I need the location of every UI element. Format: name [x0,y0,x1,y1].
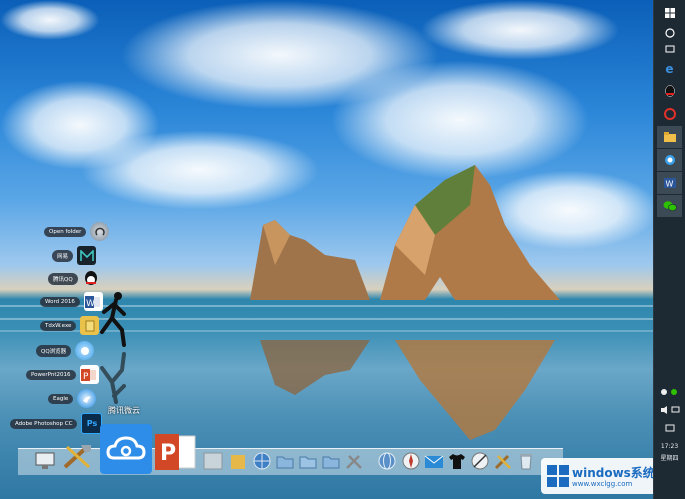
file-explorer-icon[interactable] [657,126,682,148]
svg-text:W: W [665,180,673,189]
network-globe-icon[interactable] [375,450,399,472]
utilities-icon[interactable] [343,450,365,472]
qq-icon [82,269,101,288]
word-icon: W [83,292,103,311]
blank-icon[interactable] [201,450,225,472]
folder-icon[interactable] [274,450,296,472]
launcher-label: TdxW.exe [40,320,77,331]
tools-icon[interactable] [492,450,514,472]
launcher-label: Eagle [48,393,74,404]
cloud [0,0,100,40]
runner-reflection [100,352,126,404]
launcher-label: QQ浏览器 [36,344,72,357]
compass-icon[interactable] [400,450,422,472]
folder-icon[interactable] [228,450,248,472]
folder-icon[interactable] [320,450,342,472]
launcher-item[interactable]: 腾讯QQ [48,269,101,288]
open-folder-icon [90,222,110,241]
launcher-item[interactable]: Eagle [48,389,97,408]
sea-stacks [250,165,560,300]
powerpoint-icon: P [79,365,99,384]
dock-hover-caption: 腾讯微云 [108,406,140,415]
taskbar-clock[interactable]: 17:23 [656,443,683,450]
windows-start-icon[interactable] [657,2,682,24]
tools-icon[interactable] [60,440,96,472]
launcher-label: PowerPnt2016 [26,369,76,380]
svg-text:P: P [160,441,176,466]
tray-icons[interactable] [656,388,683,398]
launcher-label: 网易 [52,249,74,262]
system-monitor-icon[interactable] [33,450,57,472]
launcher-label: Open folder [44,226,87,237]
task-view-icon[interactable] [657,38,682,60]
svg-text:P: P [83,372,89,382]
launcher-item[interactable]: Word 2016 W [40,292,103,311]
launcher-item[interactable]: 网易 [52,246,97,265]
weiyun-icon[interactable] [100,424,152,474]
taskbar-date[interactable]: 星期四 [656,453,683,462]
powerpoint-icon[interactable]: P [153,432,197,472]
cloud [420,0,620,60]
svg-text:W: W [86,299,95,309]
word-icon[interactable]: W [657,172,682,194]
notification-icon[interactable] [656,424,683,434]
mail-icon[interactable] [423,452,445,472]
tdx-icon [80,316,100,335]
wps-icon[interactable] [657,103,682,125]
qq-browser-icon[interactable] [657,149,682,171]
launcher-item[interactable]: TdxW.exe [40,316,100,335]
launcher-label: Word 2016 [40,296,80,307]
launcher-item[interactable]: QQ浏览器 [36,341,95,360]
windows-logo-icon [547,465,569,487]
globe-icon[interactable] [251,450,273,472]
volume-network-icons[interactable] [656,406,683,416]
rock-reflection [260,340,555,440]
cloud [330,60,590,180]
qq-browser-icon [75,341,95,360]
folder-icon[interactable] [297,450,319,472]
launcher-label: Adobe Photoshop CC [10,418,78,429]
eagle-icon [77,389,97,408]
watermark-url: www.wxclgg.com [572,480,633,488]
recycle-bin-icon[interactable] [515,450,537,472]
wechat-icon[interactable] [657,195,682,217]
tshirt-icon[interactable] [446,450,468,472]
launcher-label: 腾讯QQ [48,272,78,285]
taskbar: e W 17:23 星期四 [653,0,685,499]
launcher-item[interactable]: PowerPnt2016 P [26,365,99,384]
edge-icon[interactable]: e [657,58,682,80]
qq-icon[interactable] [657,80,682,102]
launcher-item[interactable]: Open folder [44,222,110,241]
launcher-item[interactable]: Adobe Photoshop CC Ps [10,413,103,434]
compass-icon[interactable] [469,450,491,472]
m-app-icon [77,246,97,265]
